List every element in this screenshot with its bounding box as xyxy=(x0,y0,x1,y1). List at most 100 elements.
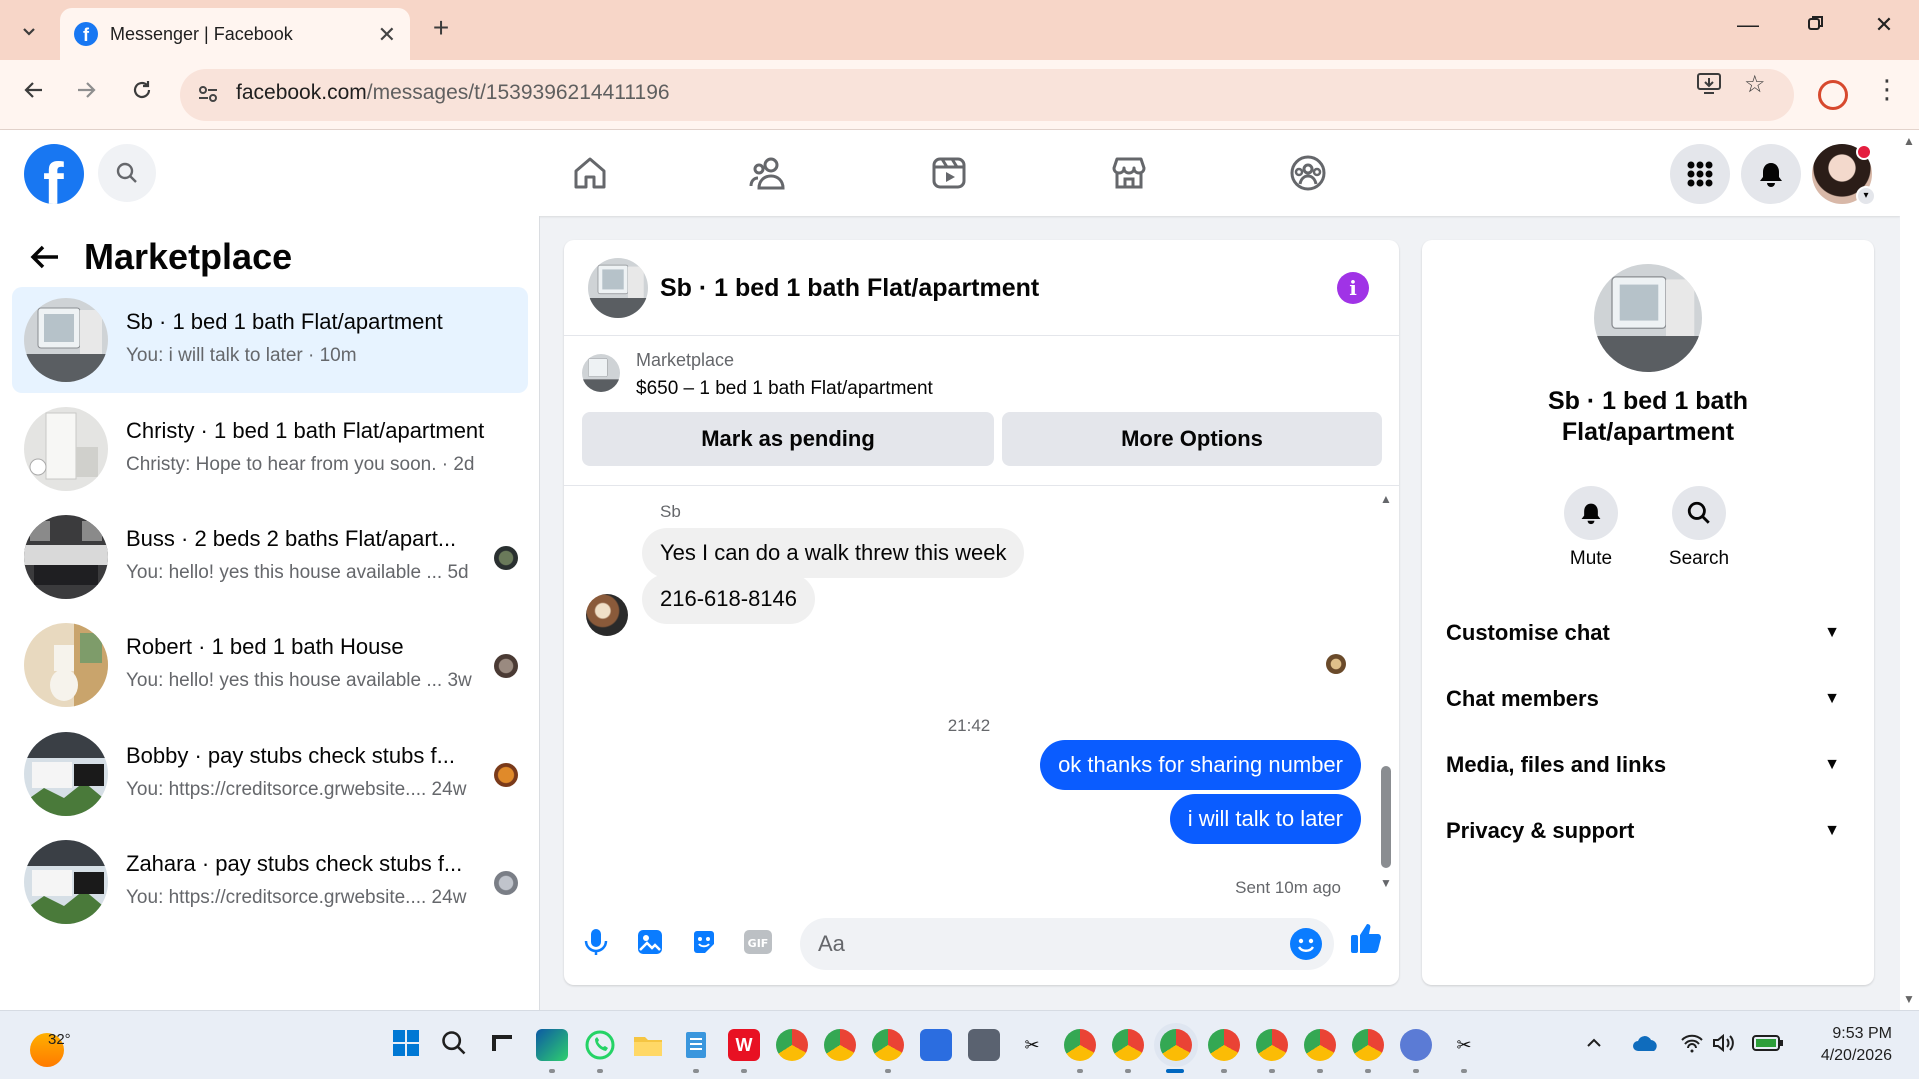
file-explorer-icon[interactable] xyxy=(632,1029,664,1061)
chrome-profile-icon[interactable] xyxy=(824,1029,856,1061)
edge-icon[interactable] xyxy=(536,1029,568,1061)
message-scrollbar[interactable] xyxy=(1381,766,1391,868)
conversation-item[interactable]: Bobby · pay stubs check stubs f... You: … xyxy=(12,721,528,827)
incoming-message[interactable]: 216-618-8146 xyxy=(642,574,816,624)
chat-members-section[interactable]: Chat members ▼ xyxy=(1446,672,1850,726)
taskbar-search-icon[interactable] xyxy=(440,1029,472,1061)
bookmark-star-icon[interactable]: ☆ xyxy=(1744,70,1766,99)
listing-title[interactable]: $650 – 1 bed 1 bath Flat/apartment xyxy=(636,378,933,400)
capcut-icon[interactable]: ✂ xyxy=(1448,1029,1480,1061)
install-app-icon[interactable] xyxy=(1696,70,1722,103)
calculator-icon[interactable] xyxy=(968,1029,1000,1061)
chat-listing-thumbnail[interactable] xyxy=(588,258,648,318)
chrome-profile-icon[interactable] xyxy=(1112,1029,1144,1061)
facebook-logo-icon[interactable]: f xyxy=(24,144,84,204)
chrome-profile-icon[interactable] xyxy=(872,1029,904,1061)
sticker-icon[interactable] xyxy=(686,924,722,960)
forward-icon[interactable] xyxy=(68,78,104,109)
privacy-support-section[interactable]: Privacy & support ▼ xyxy=(1446,804,1850,858)
photo-icon[interactable] xyxy=(632,924,668,960)
more-options-button[interactable]: More Options xyxy=(1002,412,1382,466)
scroll-down-arrow-icon[interactable]: ▼ xyxy=(1379,876,1393,890)
site-settings-icon[interactable] xyxy=(196,82,222,108)
tab-search-dropdown-icon[interactable] xyxy=(10,12,48,50)
message-input[interactable] xyxy=(818,928,1258,960)
groups-icon[interactable] xyxy=(1283,150,1333,196)
search-conversation-button[interactable]: Search xyxy=(1654,486,1744,570)
seen-avatar xyxy=(1326,654,1346,674)
thumbs-up-icon[interactable] xyxy=(1348,920,1384,956)
chat-title[interactable]: Sb · 1 bed 1 bath Flat/apartment xyxy=(660,274,1039,303)
battery-icon[interactable] xyxy=(1752,1033,1784,1059)
chrome-icon[interactable] xyxy=(776,1029,808,1061)
whatsapp-icon[interactable] xyxy=(584,1029,616,1061)
sender-avatar[interactable] xyxy=(586,594,628,636)
info-icon[interactable]: i xyxy=(1337,272,1369,304)
friends-icon[interactable] xyxy=(744,150,794,196)
chrome-profile-icon[interactable] xyxy=(1256,1029,1288,1061)
notifications-button[interactable] xyxy=(1741,144,1801,204)
conversation-name: Christy · 1 bed 1 bath Flat/apartment xyxy=(126,418,485,443)
video-icon[interactable] xyxy=(924,150,974,196)
start-icon[interactable] xyxy=(392,1029,424,1061)
chrome-profile-icon[interactable] xyxy=(1208,1029,1240,1061)
conversation-item[interactable]: Buss · 2 beds 2 baths Flat/apart... You:… xyxy=(12,504,528,610)
conversation-item[interactable]: Zahara · pay stubs check stubs f... You:… xyxy=(12,829,528,935)
back-icon[interactable] xyxy=(16,78,52,109)
conversation-item[interactable]: Sb · 1 bed 1 bath Flat/apartment You: i … xyxy=(12,287,528,393)
show-hidden-icons-icon[interactable] xyxy=(1584,1033,1604,1059)
new-tab-button[interactable]: + xyxy=(424,12,458,44)
notification-dot xyxy=(1856,144,1872,160)
customise-chat-section[interactable]: Customise chat ▼ xyxy=(1446,606,1850,660)
microphone-icon[interactable] xyxy=(578,924,614,960)
restore-window-icon[interactable] xyxy=(1796,12,1836,38)
address-bar[interactable]: facebook.com/messages/t/1539396214411196 xyxy=(180,69,1794,121)
outgoing-message[interactable]: ok thanks for sharing number xyxy=(1040,740,1361,790)
browser-menu-icon[interactable]: ⋮ xyxy=(1874,74,1900,105)
browser-tab[interactable]: f Messenger | Facebook ✕ xyxy=(60,8,410,60)
chrome-active-window-icon[interactable] xyxy=(1160,1029,1192,1061)
page-scroll-up-icon[interactable]: ▲ xyxy=(1903,134,1915,148)
section-label: Media, files and links xyxy=(1446,752,1667,777)
menu-grid-button[interactable] xyxy=(1670,144,1730,204)
chrome-profile-icon[interactable] xyxy=(1064,1029,1096,1061)
emoji-icon[interactable] xyxy=(1290,928,1322,960)
onedrive-icon[interactable] xyxy=(1632,1033,1660,1059)
snipping-tool-icon[interactable] xyxy=(920,1029,952,1061)
task-view-icon[interactable] xyxy=(488,1029,520,1061)
app-icon[interactable] xyxy=(1400,1029,1432,1061)
home-icon[interactable] xyxy=(565,150,615,196)
scroll-up-arrow-icon[interactable]: ▲ xyxy=(1379,492,1393,506)
back-arrow-icon[interactable] xyxy=(28,240,62,279)
wps-office-icon[interactable]: W xyxy=(728,1029,760,1061)
account-avatar[interactable]: ▾ xyxy=(1812,144,1876,206)
mark-as-pending-button[interactable]: Mark as pending xyxy=(582,412,994,466)
message-list: Sb Yes I can do a walk threw this week 2… xyxy=(564,486,1399,904)
outgoing-message[interactable]: i will talk to later xyxy=(1169,794,1361,844)
mute-button[interactable]: Mute xyxy=(1546,486,1636,570)
close-window-icon[interactable]: ✕ xyxy=(1864,12,1904,38)
browser-profile-icon[interactable] xyxy=(1818,80,1848,110)
gif-icon[interactable]: GIF xyxy=(740,924,776,960)
incoming-message[interactable]: Yes I can do a walk threw this week xyxy=(642,528,1025,578)
page-scrollbar[interactable]: ▲ ▼ xyxy=(1900,130,1919,1010)
conversation-photo[interactable] xyxy=(1594,264,1702,372)
notepad-icon[interactable] xyxy=(680,1029,712,1061)
volume-icon[interactable] xyxy=(1712,1033,1736,1059)
chrome-profile-icon[interactable] xyxy=(1304,1029,1336,1061)
media-files-links-section[interactable]: Media, files and links ▼ xyxy=(1446,738,1850,792)
conversation-item[interactable]: Robert · 1 bed 1 bath House You: hello! … xyxy=(12,612,528,718)
clock[interactable]: 9:53 PM 4/20/2026 xyxy=(1808,1023,1892,1067)
marketplace-icon[interactable] xyxy=(1104,150,1154,196)
reload-icon[interactable] xyxy=(124,78,160,109)
chrome-profile-icon[interactable] xyxy=(1352,1029,1384,1061)
conversation-item[interactable]: Christy · 1 bed 1 bath Flat/apartment Ch… xyxy=(12,396,528,502)
page-scroll-down-icon[interactable]: ▼ xyxy=(1903,992,1915,1006)
minimize-window-icon[interactable]: — xyxy=(1728,12,1768,38)
close-tab-icon[interactable]: ✕ xyxy=(378,22,396,48)
facebook-search-button[interactable] xyxy=(98,144,156,202)
wifi-icon[interactable] xyxy=(1680,1033,1704,1059)
browser-tab-bar: f Messenger | Facebook ✕ + — ✕ xyxy=(0,0,1919,60)
capcut-icon[interactable]: ✂ xyxy=(1016,1029,1048,1061)
section-label: Chat members xyxy=(1446,686,1599,711)
